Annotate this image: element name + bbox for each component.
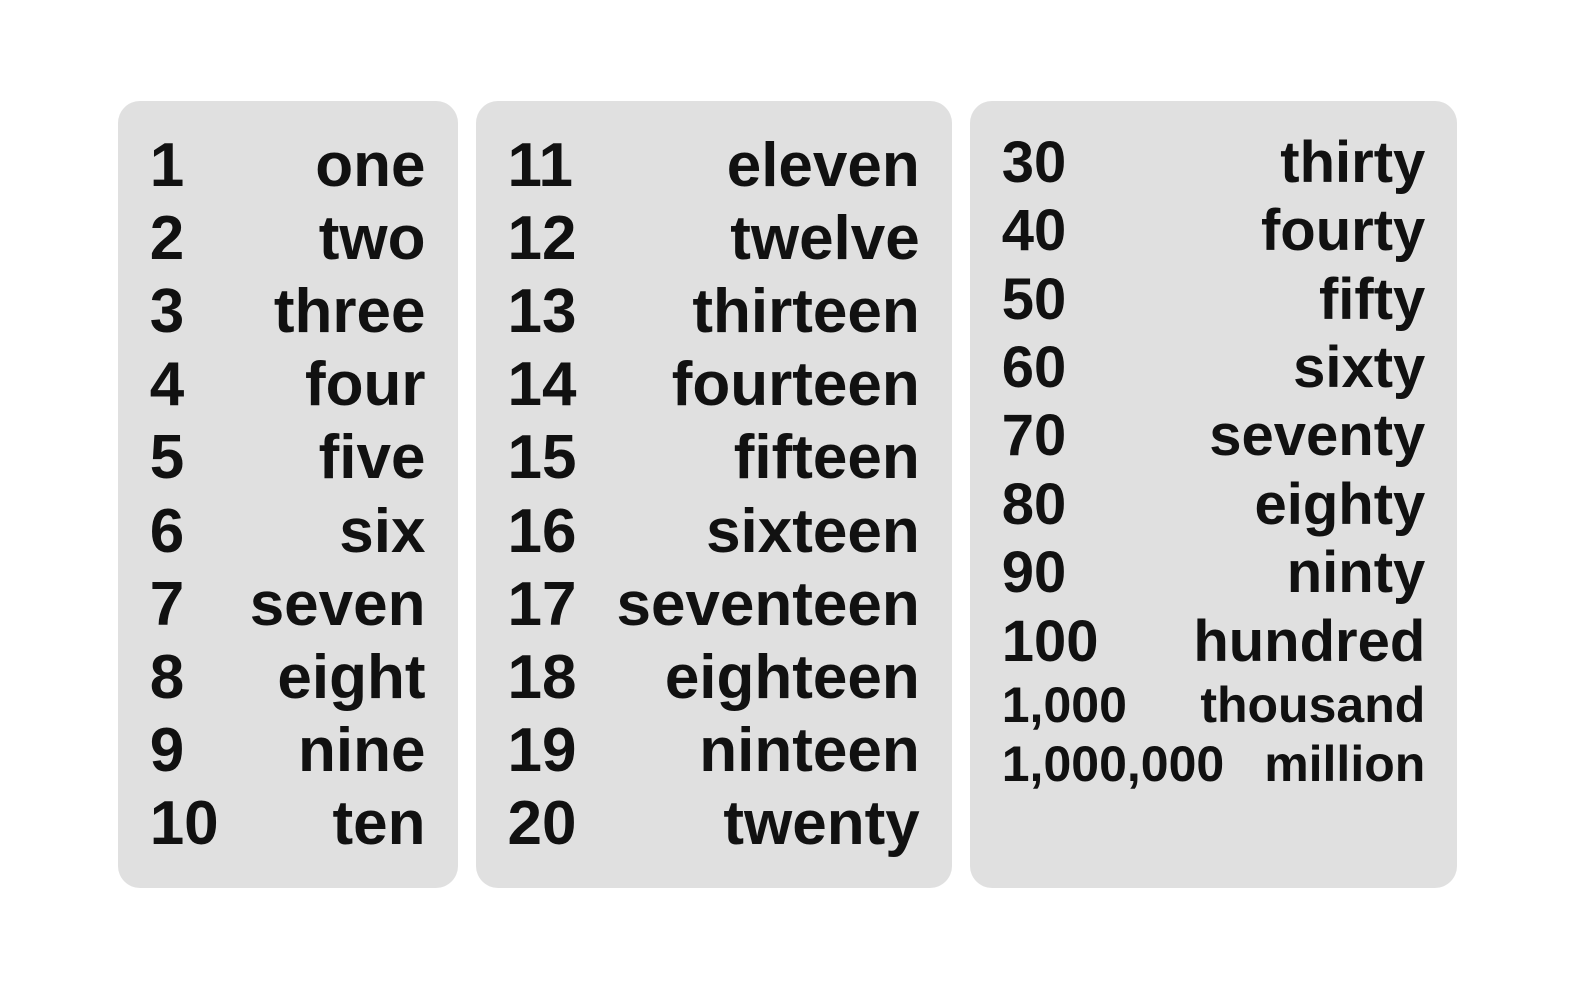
number-word: ninteen	[699, 714, 919, 787]
number-word: ninty	[1287, 539, 1426, 607]
number-digit: 4	[150, 348, 210, 421]
number-digit: 2	[150, 202, 210, 275]
number-word: seven	[250, 568, 426, 641]
number-word: nine	[298, 714, 425, 787]
number-word: fourty	[1261, 197, 1425, 265]
number-row: 6 six	[150, 495, 426, 568]
card-1-10: 1 one 2 two 3 three 4 four 5 five 6 six 7 seven 8 eight…	[118, 101, 458, 889]
number-digit: 80	[1002, 471, 1082, 539]
number-digit: 60	[1002, 334, 1082, 402]
number-row: 70 seventy	[1002, 402, 1426, 470]
number-digit: 3	[150, 275, 210, 348]
number-word: seventy	[1209, 402, 1425, 470]
number-row: 1,000 thousand	[1002, 676, 1426, 735]
number-word: four	[305, 348, 426, 421]
number-row: 2 two	[150, 202, 426, 275]
number-digit: 70	[1002, 402, 1082, 470]
number-row: 30 thirty	[1002, 129, 1426, 197]
number-word: six	[339, 495, 425, 568]
number-word: one	[315, 129, 425, 202]
number-digit: 12	[508, 202, 577, 275]
number-digit: 16	[508, 495, 577, 568]
number-row: 16 sixteen	[508, 495, 920, 568]
number-word: fourteen	[672, 348, 920, 421]
number-digit: 9	[150, 714, 210, 787]
number-digit: 11	[508, 129, 574, 202]
number-row: 17 seventeen	[508, 568, 920, 641]
number-word: five	[319, 421, 426, 494]
number-row: 1 one	[150, 129, 426, 202]
number-row: 60 sixty	[1002, 334, 1426, 402]
card-30-million: 30thirty40fourty50fifty60sixty70seventy8…	[970, 101, 1458, 889]
number-word: thirty	[1280, 129, 1425, 197]
number-word: twenty	[723, 787, 919, 860]
number-row: 10 ten	[150, 787, 426, 860]
number-row: 8 eight	[150, 641, 426, 714]
number-word: sixty	[1293, 334, 1425, 402]
number-row: 11 eleven	[508, 129, 920, 202]
number-row: 1,000,000 million	[1002, 735, 1426, 794]
number-digit: 50	[1002, 266, 1082, 334]
number-row: 5 five	[150, 421, 426, 494]
number-row: 14 fourteen	[508, 348, 920, 421]
number-row: 100 hundred	[1002, 608, 1426, 676]
number-word: eighty	[1254, 471, 1425, 539]
number-digit: 10	[150, 787, 219, 860]
number-digit: 1	[150, 129, 210, 202]
number-word: hundred	[1193, 608, 1425, 676]
number-word: seventeen	[616, 568, 919, 641]
number-word: three	[274, 275, 426, 348]
number-row: 50 fifty	[1002, 266, 1426, 334]
number-word: eight	[277, 641, 425, 714]
number-row: 7 seven	[150, 568, 426, 641]
number-word: sixteen	[706, 495, 920, 568]
number-row: 12 twelve	[508, 202, 920, 275]
number-row: 18 eighteen	[508, 641, 920, 714]
number-word: thirteen	[692, 275, 919, 348]
number-digit: 6	[150, 495, 210, 568]
number-word: two	[319, 202, 426, 275]
number-word: fifteen	[734, 421, 920, 494]
number-word: million	[1264, 735, 1425, 794]
number-word: thousand	[1200, 676, 1425, 735]
number-digit: 7	[150, 568, 210, 641]
number-row: 20 twenty	[508, 787, 920, 860]
number-digit: 1,000,000	[1002, 735, 1224, 794]
card-11-20: 11 eleven 12 twelve 13 thirteen 14 fourteen 15 fi…	[476, 101, 952, 889]
number-row: 40 fourty	[1002, 197, 1426, 265]
number-row: 19 ninteen	[508, 714, 920, 787]
number-row: 15 fifteen	[508, 421, 920, 494]
number-digit: 14	[508, 348, 577, 421]
number-row: 4 four	[150, 348, 426, 421]
number-row: 3 three	[150, 275, 426, 348]
number-digit: 8	[150, 641, 210, 714]
number-word: fifty	[1319, 266, 1425, 334]
number-digit: 90	[1002, 539, 1082, 607]
number-row: 90 ninty	[1002, 539, 1426, 607]
number-word: ten	[333, 787, 426, 860]
number-word: twelve	[730, 202, 920, 275]
number-digit: 13	[508, 275, 577, 348]
number-digit: 30	[1002, 129, 1082, 197]
number-word: eleven	[727, 129, 920, 202]
main-container: 1 one 2 two 3 three 4 four 5 five 6 six 7 seven 8 eight…	[98, 81, 1478, 909]
number-row: 9 nine	[150, 714, 426, 787]
number-digit: 40	[1002, 197, 1082, 265]
number-word: eighteen	[665, 641, 920, 714]
number-digit: 1,000	[1002, 676, 1127, 735]
number-digit: 100	[1002, 608, 1099, 676]
number-digit: 5	[150, 421, 210, 494]
number-row: 13 thirteen	[508, 275, 920, 348]
number-digit: 17	[508, 568, 577, 641]
number-digit: 15	[508, 421, 577, 494]
number-row: 80 eighty	[1002, 471, 1426, 539]
number-digit: 18	[508, 641, 577, 714]
number-digit: 19	[508, 714, 577, 787]
number-digit: 20	[508, 787, 577, 860]
